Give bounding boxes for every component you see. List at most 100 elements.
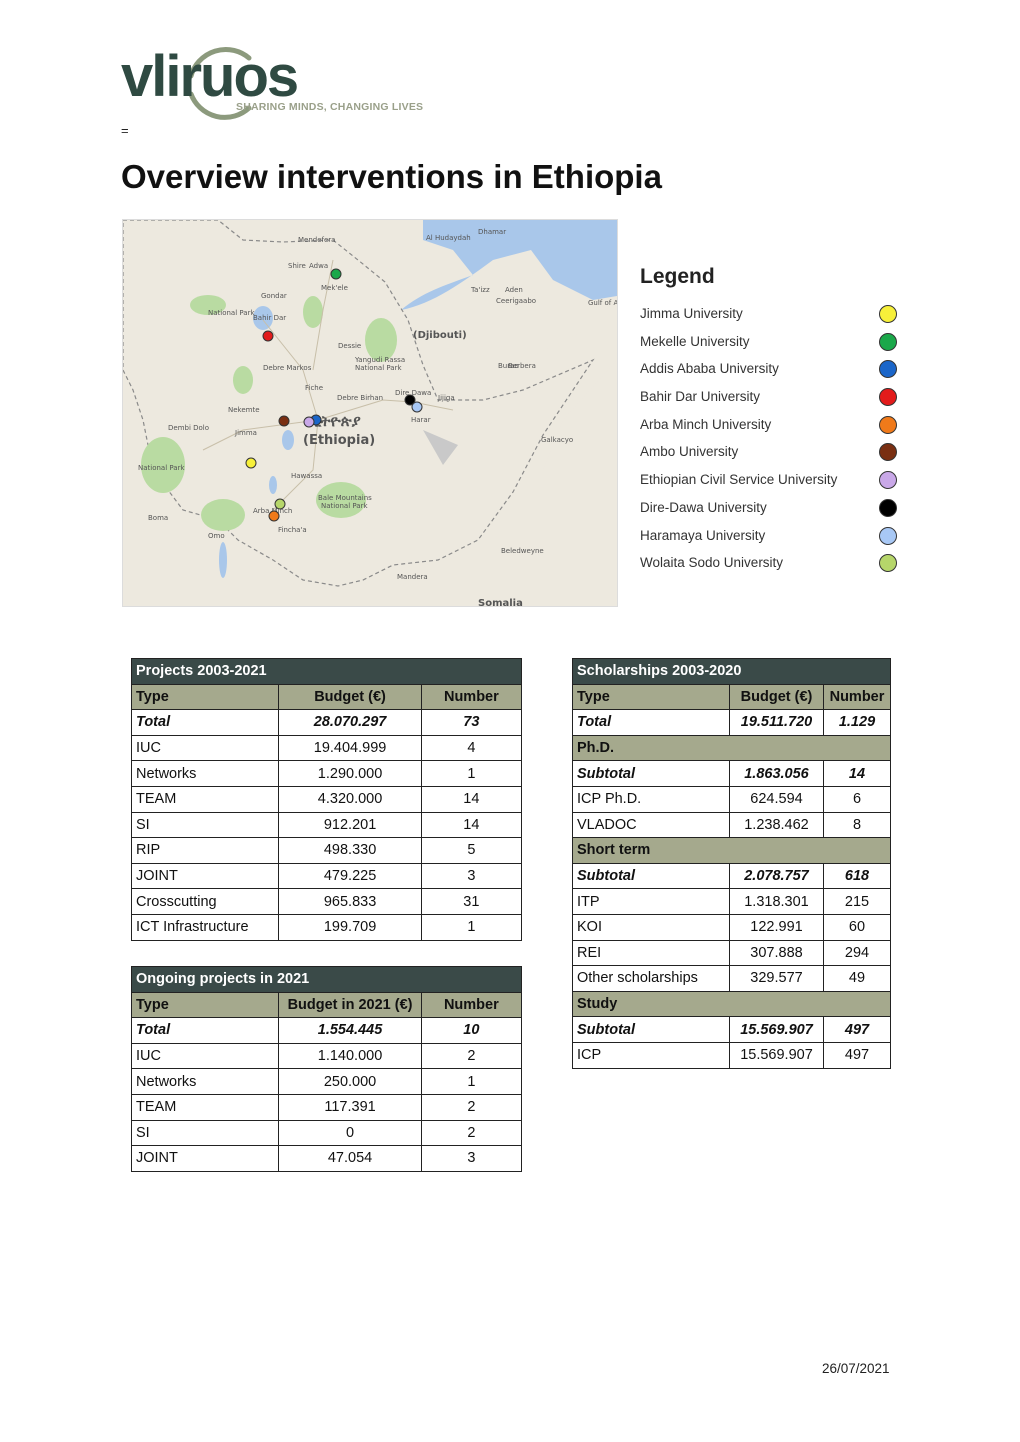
- legend-item: Ambo University: [640, 439, 910, 467]
- table-row: TEAM 117.391 2: [130, 1093, 523, 1121]
- legend-item-label: Addis Ababa University: [640, 361, 779, 377]
- cell-budget: 122.991: [729, 913, 824, 941]
- cell-type: Subtotal: [572, 862, 730, 890]
- cell-type: REI: [572, 939, 730, 967]
- cell-type: VLADOC: [572, 811, 730, 839]
- cell-number: 14: [420, 785, 523, 813]
- subtotal-row: Subtotal 1.863.056 14: [572, 760, 891, 787]
- projects-table-title: Projects 2003-2021: [131, 658, 522, 685]
- column-header-number: Number: [823, 683, 891, 711]
- map-university-marker: [330, 268, 342, 280]
- svg-text:National Park: National Park: [321, 502, 368, 510]
- cell-budget: 19.511.720: [729, 709, 824, 736]
- table-row: VLADOC 1.238.462 8: [572, 811, 891, 839]
- svg-text:Harar: Harar: [411, 416, 431, 424]
- svg-text:Beledweyne: Beledweyne: [501, 547, 544, 555]
- column-header-type: Type: [130, 683, 280, 711]
- legend-item: Bahir Dar University: [640, 384, 910, 412]
- legend-item-label: Dire-Dawa University: [640, 499, 767, 515]
- cell-budget: 117.391: [278, 1093, 422, 1121]
- column-header-number: Number: [420, 683, 523, 711]
- svg-text:Dhamar: Dhamar: [478, 228, 506, 236]
- column-header-budget: Budget in 2021 (€): [278, 991, 422, 1019]
- cell-number: 10: [420, 1017, 523, 1044]
- ongoing-table-title-row: Ongoing projects in 2021: [131, 966, 522, 993]
- table-row: KOI 122.991 60: [572, 913, 891, 941]
- legend-item-label: Haramaya University: [640, 527, 766, 543]
- legend-color-dot-icon: [879, 498, 897, 517]
- section-row: Ph.D.: [572, 734, 891, 762]
- svg-text:Debre Markos: Debre Markos: [263, 364, 312, 372]
- cell-budget: 329.577: [729, 965, 824, 992]
- legend-item: Arba Minch University: [640, 412, 910, 440]
- svg-text:Debre Birhan: Debre Birhan: [337, 394, 383, 402]
- section-row: Study: [572, 990, 891, 1018]
- svg-text:National Park: National Park: [355, 364, 402, 372]
- subtotal-row: Subtotal 15.569.907 497: [572, 1016, 891, 1043]
- legend-item-label: Jimma University: [640, 306, 743, 321]
- table-row: JOINT 479.225 3: [130, 862, 523, 890]
- vliruos-logo: vliruos SHARING MINDS, CHANGING LIVES: [121, 46, 431, 124]
- legend-item-label: Ethiopian Civil Service University: [640, 472, 838, 488]
- table-row: Crosscutting 965.833 31: [130, 888, 523, 915]
- cell-number: 31: [420, 888, 523, 915]
- column-header-budget: Budget (€): [278, 683, 422, 711]
- legend-item-label: Wolaita Sodo University: [640, 555, 784, 571]
- map-legend: Legend Jimma University Mekelle Universit…: [640, 265, 910, 578]
- map-university-marker: [268, 510, 280, 522]
- cell-type: Subtotal: [572, 760, 730, 787]
- svg-text:Mandera: Mandera: [397, 573, 428, 581]
- table-row: ICT Infrastructure 199.709 1: [130, 913, 523, 941]
- svg-text:Fincha'a: Fincha'a: [278, 526, 307, 534]
- cell-budget: 0: [278, 1119, 422, 1147]
- legend-color-dot-icon: [879, 554, 897, 573]
- column-header-row: Type Budget (€) Number: [130, 683, 523, 711]
- cell-type: TEAM: [130, 1093, 280, 1121]
- cell-type: RIP: [130, 837, 280, 864]
- table-row: IUC 1.140.000 2: [130, 1042, 523, 1070]
- cell-budget: 28.070.297: [278, 709, 422, 736]
- cell-budget: 912.201: [278, 811, 422, 839]
- legend-color-dot-icon: [879, 305, 897, 323]
- cell-type: ITP: [572, 888, 730, 915]
- logo-tagline: SHARING MINDS, CHANGING LIVES: [236, 101, 424, 113]
- cell-number: 6: [823, 785, 891, 813]
- cell-type: Subtotal: [572, 1016, 730, 1043]
- legend-item-label: Ambo University: [640, 444, 739, 460]
- cell-type: ICP Ph.D.: [572, 785, 730, 813]
- svg-text:Mendefera: Mendefera: [298, 236, 335, 244]
- cell-number: 3: [420, 862, 523, 890]
- svg-text:Dembi Dolo: Dembi Dolo: [168, 424, 209, 432]
- cell-type: IUC: [130, 1042, 280, 1070]
- footer-date: 26/07/2021: [822, 1361, 890, 1376]
- total-row: Total 19.511.720 1.129: [572, 709, 891, 736]
- legend-item: Ethiopian Civil Service University: [640, 467, 910, 495]
- cell-number: 2: [420, 1093, 523, 1121]
- cell-budget: 498.330: [278, 837, 422, 864]
- legend-color-dot-icon: [879, 360, 897, 379]
- cell-budget: 15.569.907: [729, 1016, 824, 1043]
- equals-mark: =: [121, 123, 129, 138]
- total-row: Total 28.070.297 73: [130, 709, 523, 736]
- section-row: Short term: [572, 837, 891, 864]
- legend-item-label: Bahir Dar University: [640, 389, 761, 405]
- section-heading: Ph.D.: [572, 734, 891, 762]
- cell-type: JOINT: [130, 862, 280, 890]
- legend-color-dot-icon: [879, 471, 897, 490]
- svg-text:Yangudi Rassa: Yangudi Rassa: [354, 356, 405, 364]
- scholarships-table-title-row: Scholarships 2003-2020: [572, 658, 891, 685]
- legend-title: Legend: [640, 265, 715, 288]
- legend-color-dot-icon: [879, 388, 897, 407]
- page-title: Overview interventions in Ethiopia: [121, 158, 662, 195]
- table-row: RIP 498.330 5: [130, 837, 523, 864]
- column-header-row: Type Budget (€) Number: [572, 683, 891, 711]
- cell-number: 14: [420, 811, 523, 839]
- cell-number: 1: [420, 913, 523, 941]
- cell-number: 1: [420, 1068, 523, 1095]
- svg-text:Gulf of Aden: Gulf of Aden: [588, 299, 617, 307]
- legend-color-dot-icon: [879, 443, 897, 462]
- cell-type: SI: [130, 1119, 280, 1147]
- table-row: SI 912.201 14: [130, 811, 523, 839]
- table-row: ITP 1.318.301 215: [572, 888, 891, 915]
- svg-text:Berbera: Berbera: [508, 362, 536, 370]
